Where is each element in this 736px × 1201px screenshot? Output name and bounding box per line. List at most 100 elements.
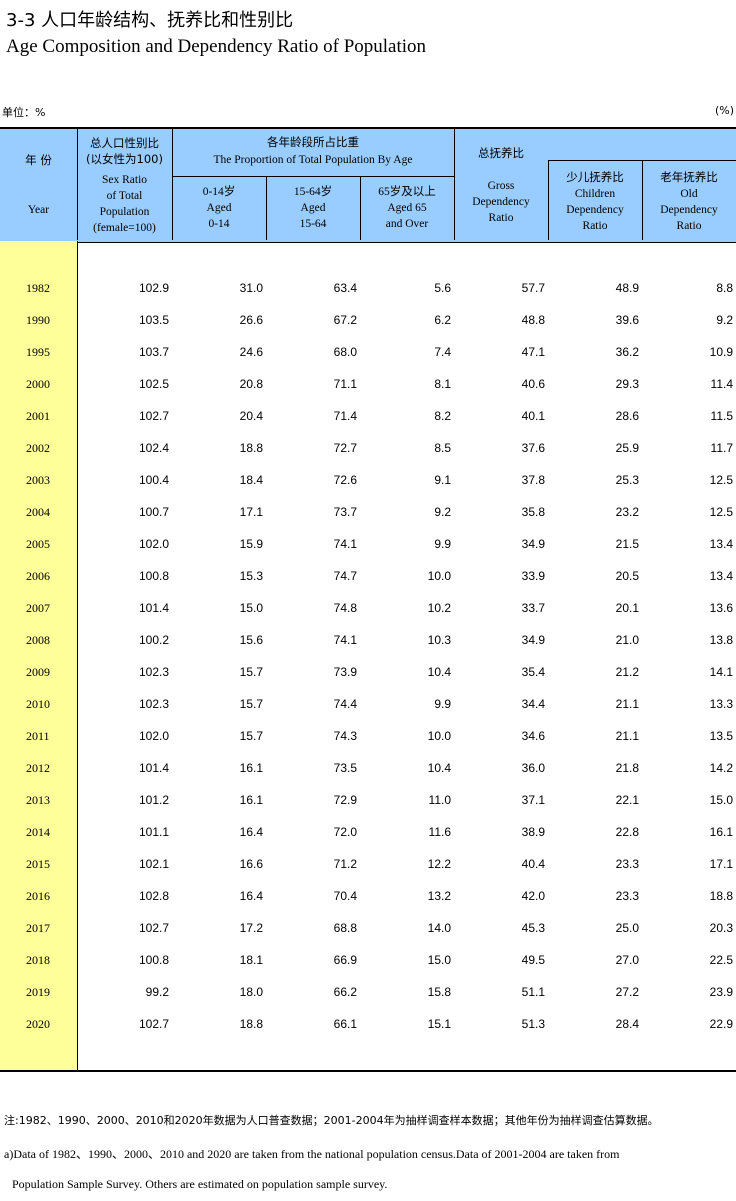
value-cell: 100.8	[138, 953, 169, 967]
value-cell: 8.5	[434, 441, 451, 455]
value-cell: 48.9	[615, 281, 639, 295]
value-cell: 74.1	[333, 537, 357, 551]
value-cell: 36.0	[521, 761, 545, 775]
header-age-65-over: 65岁及以上 Aged 65 and Over	[378, 186, 436, 230]
value-cell: 12.5	[709, 505, 733, 519]
header-proportion-cn: 各年龄段所占比重	[267, 135, 359, 149]
value-cell: 22.1	[615, 793, 639, 807]
value-cell: 34.6	[521, 729, 545, 743]
value-cell: 72.7	[333, 441, 357, 455]
value-cell: 100.4	[138, 473, 169, 487]
value-cell: 15.9	[239, 537, 263, 551]
value-cell: 23.9	[709, 985, 733, 999]
value-cell: 20.4	[239, 409, 263, 423]
value-cell: 40.6	[521, 377, 545, 391]
table-row: 2020 102.7 18.8 66.1 15.1 51.3 28.4 22.9	[0, 1009, 736, 1041]
table-row: 2015 102.1 16.6 71.2 12.2 40.4 23.3 17.1	[0, 849, 736, 881]
value-cell: 10.4	[427, 761, 451, 775]
value-cell: 100.7	[138, 505, 169, 519]
value-cell: 15.7	[239, 665, 263, 679]
value-cell: 38.9	[521, 825, 545, 839]
value-cell: 16.1	[709, 825, 733, 839]
value-cell: 15.8	[427, 985, 451, 999]
value-cell: 14.1	[709, 665, 733, 679]
table-row: 2008 100.2 15.6 74.1 10.3 34.9 21.0 13.8	[0, 625, 736, 657]
value-cell: 17.1	[709, 857, 733, 871]
value-cell: 102.9	[138, 281, 169, 295]
value-cell: 40.4	[521, 857, 545, 871]
value-cell: 72.9	[333, 793, 357, 807]
value-cell: 74.1	[333, 633, 357, 647]
value-cell: 49.5	[521, 953, 545, 967]
value-cell: 12.5	[709, 473, 733, 487]
value-cell: 18.1	[239, 953, 263, 967]
table-row: 2006 100.8 15.3 74.7 10.0 33.9 20.5 13.4	[0, 561, 736, 593]
value-cell: 15.1	[427, 1017, 451, 1031]
year-cell: 2003	[26, 473, 50, 487]
value-cell: 73.5	[333, 761, 357, 775]
value-cell: 10.3	[427, 633, 451, 647]
value-cell: 72.6	[333, 473, 357, 487]
value-cell: 33.9	[521, 569, 545, 583]
year-cell: 2010	[26, 697, 50, 711]
value-cell: 9.9	[434, 697, 451, 711]
value-cell: 25.3	[615, 473, 639, 487]
value-cell: 16.6	[239, 857, 263, 871]
year-cell: 2005	[26, 537, 50, 551]
value-cell: 25.0	[615, 921, 639, 935]
year-cell: 2007	[26, 601, 50, 615]
value-cell: 15.7	[239, 729, 263, 743]
value-cell: 34.9	[521, 537, 545, 551]
value-cell: 15.0	[709, 793, 733, 807]
value-cell: 11.0	[428, 793, 451, 807]
value-cell: 101.1	[138, 825, 169, 839]
value-cell: 28.6	[615, 409, 639, 423]
value-cell: 9.2	[434, 505, 451, 519]
value-cell: 45.3	[521, 921, 545, 935]
year-cell: 2000	[26, 377, 50, 391]
value-cell: 72.0	[333, 825, 357, 839]
year-cell: 2006	[26, 569, 50, 583]
value-cell: 13.4	[709, 569, 733, 583]
year-cell: 2001	[26, 409, 50, 423]
value-cell: 16.4	[239, 825, 263, 839]
grid-line	[548, 160, 549, 240]
value-cell: 29.3	[615, 377, 639, 391]
table-row: 2002 102.4 18.8 72.7 8.5 37.6 25.9 11.7	[0, 433, 736, 465]
value-cell: 36.2	[615, 345, 639, 359]
value-cell: 37.1	[521, 793, 545, 807]
header-proportion-en: The Proportion of Total Population By Ag…	[213, 154, 413, 166]
value-cell: 8.2	[434, 409, 451, 423]
value-cell: 11.4	[710, 377, 733, 391]
value-cell: 102.7	[138, 1017, 169, 1031]
value-cell: 10.2	[427, 601, 451, 615]
header-children-dependency: 少儿抚养比 Children Dependency Ratio	[566, 172, 624, 232]
value-cell: 13.5	[709, 729, 733, 743]
year-cell: 2011	[26, 729, 50, 743]
value-cell: 40.1	[521, 409, 545, 423]
table-row: 2010 102.3 15.7 74.4 9.9 34.4 21.1 13.3	[0, 689, 736, 721]
value-cell: 35.8	[521, 505, 545, 519]
value-cell: 11.6	[428, 825, 451, 839]
table-row: 2019 99.2 18.0 66.2 15.8 51.1 27.2 23.9	[0, 977, 736, 1009]
header-old-dependency: 老年抚养比 Old Dependency Ratio	[660, 172, 718, 232]
value-cell: 102.0	[138, 537, 169, 551]
table-row: 2012 101.4 16.1 73.5 10.4 36.0 21.8 14.2	[0, 753, 736, 785]
year-cell: 1990	[26, 313, 50, 327]
year-cell: 2012	[26, 761, 50, 775]
value-cell: 22.5	[709, 953, 733, 967]
value-cell: 11.7	[710, 441, 733, 455]
header-sex-ratio-en: Sex Ratio of Total Population (female=10…	[93, 174, 156, 234]
year-cell: 2009	[26, 665, 50, 679]
value-cell: 74.7	[333, 569, 357, 583]
table-row: 2004 100.7 17.1 73.7 9.2 35.8 23.2 12.5	[0, 497, 736, 529]
value-cell: 102.7	[138, 921, 169, 935]
value-cell: 15.6	[239, 633, 263, 647]
value-cell: 21.5	[615, 537, 639, 551]
value-cell: 13.6	[709, 601, 733, 615]
value-cell: 9.9	[434, 537, 451, 551]
table-row: 2018 100.8 18.1 66.9 15.0 49.5 27.0 22.5	[0, 945, 736, 977]
value-cell: 102.8	[138, 889, 169, 903]
table-row: 2003 100.4 18.4 72.6 9.1 37.8 25.3 12.5	[0, 465, 736, 497]
grid-line	[548, 160, 736, 161]
